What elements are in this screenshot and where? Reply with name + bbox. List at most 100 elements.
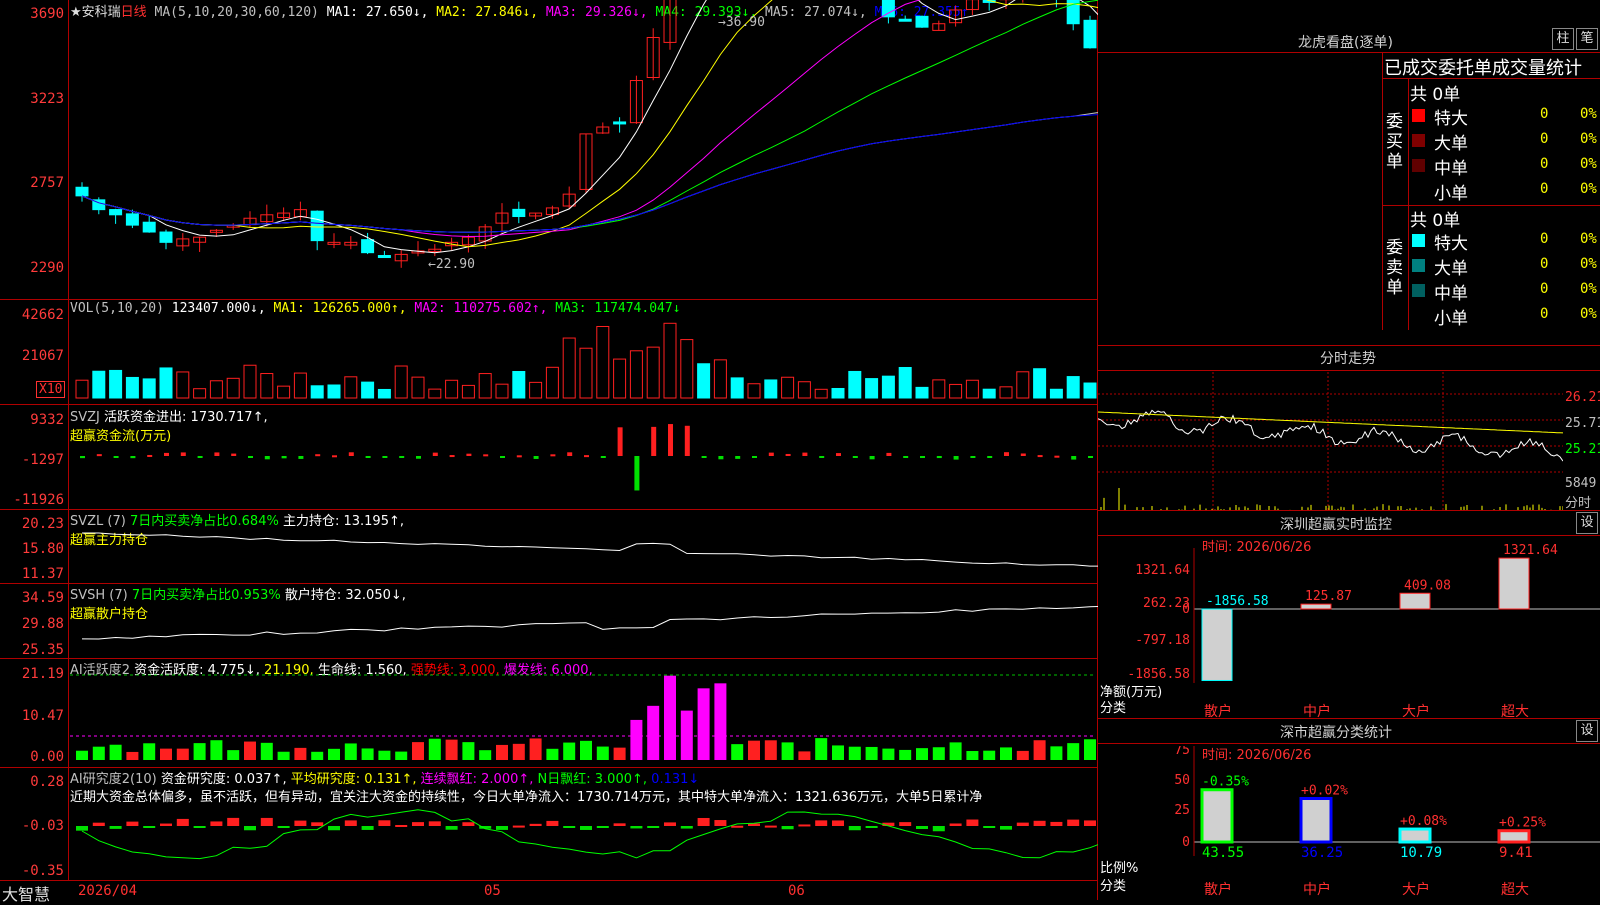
research-bar <box>815 820 828 826</box>
fund-flow-bar <box>987 456 993 458</box>
activity-bar <box>596 746 609 760</box>
volume-bar <box>428 388 442 399</box>
order-row: 小单 0 0% <box>1410 304 1600 329</box>
activity-bar <box>580 740 592 760</box>
fund-flow-bar <box>567 452 573 456</box>
szrt-settings-button[interactable]: 设 <box>1576 512 1598 534</box>
activity-bar <box>1084 739 1096 760</box>
candle-body <box>109 209 123 216</box>
fund-flow-bar <box>500 456 505 458</box>
candle-body <box>377 255 391 259</box>
research-bar <box>630 826 643 829</box>
szrt-chart-svg[interactable]: 1321.64262.230-797.18-1856.58-1856.58散户1… <box>1098 538 1600 718</box>
fund-flow-bar <box>735 456 741 459</box>
candle-body <box>512 208 526 218</box>
activity-bar <box>445 739 458 760</box>
research-bar <box>966 819 979 826</box>
research-bar <box>193 826 206 828</box>
order-row: 小单 0 0% <box>1410 179 1600 204</box>
szrt-bar-label: -1856.58 <box>1206 594 1269 609</box>
research-bar <box>764 825 777 828</box>
fs-price-line <box>1098 409 1563 462</box>
research-bar <box>580 826 592 830</box>
fund-flow-bar <box>869 456 875 460</box>
activity-bar <box>781 742 794 760</box>
volume-bar <box>361 381 375 399</box>
fund-flow-bar <box>718 456 724 460</box>
fs-title: 分时走势 <box>1320 351 1376 367</box>
volume-bar <box>75 379 89 399</box>
order-row: 大单 0 0% <box>1410 129 1600 154</box>
fund-flow-bar <box>802 452 808 456</box>
research-bar <box>1016 822 1029 826</box>
volume-bar <box>209 380 223 399</box>
volume-bar <box>277 385 291 399</box>
volume-bar <box>646 346 660 399</box>
order-row: 特大 0 0% <box>1410 104 1600 129</box>
fund-flow-bar <box>1020 453 1026 456</box>
szfl-bar-value: 43.55 <box>1202 845 1244 861</box>
fund-flow-bar <box>399 456 405 458</box>
fund-flow-bar <box>80 456 85 459</box>
candle-body <box>1083 19 1097 49</box>
fs-axis-label: 25.21 <box>1565 442 1600 457</box>
order-size-label: 小单 <box>1434 184 1468 204</box>
fund-flow-bar <box>197 456 203 458</box>
fund-flow-bar <box>332 455 337 458</box>
research-bar <box>983 826 996 828</box>
volume-bar <box>596 325 610 399</box>
szfl-settings-button[interactable]: 设 <box>1576 720 1598 742</box>
fs-axis-label: 25.71 <box>1565 416 1600 431</box>
order-percent: 0% <box>1580 231 1597 247</box>
szfl-chart-svg[interactable]: 75 50 25 0 -0.35% 43.55 散户 +0.02% 36.25 中户 +0.08% 1… <box>1098 746 1600 900</box>
activity-bar <box>613 747 626 760</box>
volume-bar <box>965 379 979 399</box>
fs-vol-unit: 分时 <box>1565 496 1592 511</box>
order-size-label: 大单 <box>1434 134 1468 154</box>
research-bar <box>176 818 189 826</box>
fs-vol-label: 5849 <box>1565 476 1597 491</box>
activity-bar <box>1033 740 1046 760</box>
volume-bar <box>176 371 190 399</box>
order-size-label: 小单 <box>1434 309 1468 329</box>
order-percent: 0% <box>1580 156 1597 172</box>
fs-chart-svg[interactable] <box>1098 372 1563 510</box>
szfl-bar-value: 10.79 <box>1400 845 1442 861</box>
candle-body <box>613 121 627 125</box>
volume-bar <box>730 377 744 399</box>
research-bar <box>244 826 256 831</box>
szfl-bar <box>1398 827 1432 844</box>
volume-bar <box>1066 376 1080 399</box>
research-line <box>81 809 1098 860</box>
szfl-bar-top-label: +0.02% <box>1301 784 1348 799</box>
order-percent: 0% <box>1580 281 1597 297</box>
research-bar <box>210 821 223 826</box>
order-volume: 0 <box>1540 106 1549 122</box>
activity-bar <box>529 738 542 760</box>
order-color-swatch <box>1412 134 1425 147</box>
szfl-bar-value: 9.41 <box>1499 845 1533 861</box>
activity-bar <box>479 750 492 760</box>
research-bar <box>932 826 945 832</box>
szfl-axis-label: 25 <box>1174 803 1190 818</box>
szrt-category: 大户 <box>1402 703 1430 718</box>
tick-view-button[interactable]: 笔 <box>1576 28 1598 50</box>
research-bar <box>445 826 458 830</box>
activity-bar <box>109 744 122 760</box>
order-percent: 0% <box>1580 181 1597 197</box>
volume-bar <box>797 381 811 399</box>
fund-flow-bar <box>836 453 841 456</box>
activity-bar <box>630 719 643 760</box>
fund-flow-bar <box>113 456 119 458</box>
column-view-button[interactable]: 柱 <box>1552 28 1574 50</box>
fund-flow-bar <box>248 456 253 458</box>
candle-body <box>159 231 173 243</box>
volume-bar <box>293 372 307 399</box>
order-volume: 0 <box>1540 281 1549 297</box>
sell-total: 共 0单 <box>1410 211 1461 231</box>
szrt-bar-label: 409.08 <box>1404 578 1451 593</box>
volume-bar <box>680 339 694 399</box>
volume-bar <box>764 379 778 399</box>
left-charts-svg[interactable]: →36.90 ←22.90 <box>0 0 1098 900</box>
volume-bar <box>781 376 795 399</box>
